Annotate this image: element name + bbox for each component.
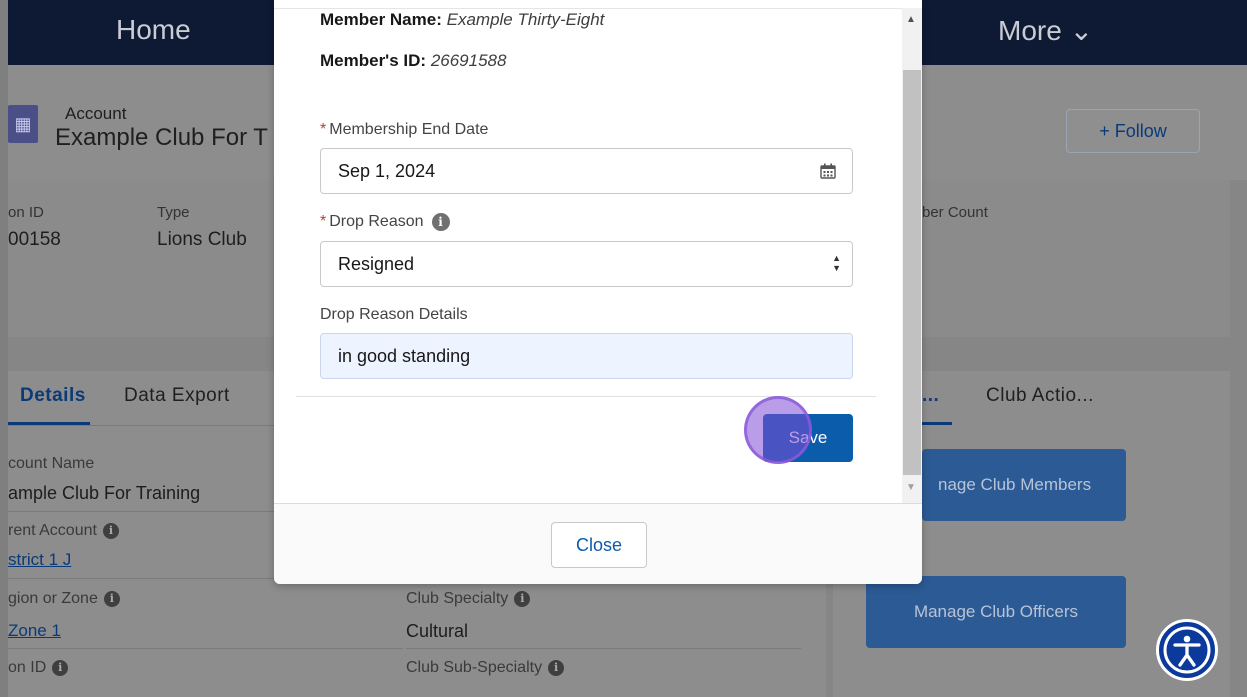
club-specialty-value: Cultural — [406, 621, 469, 641]
record-type-label: Account — [65, 104, 127, 123]
accessibility-icon — [1163, 626, 1211, 674]
parent-account-link[interactable]: strict 1 J — [8, 550, 71, 570]
required-marker: * — [320, 121, 327, 138]
account-name-value: ample Club For Training — [8, 483, 201, 503]
lion-id-label-text: on ID — [8, 659, 47, 676]
member-id-label: Member's ID: — [320, 51, 427, 70]
nav-more-menu[interactable]: More ⌄ — [998, 14, 1093, 47]
info-icon[interactable]: i — [431, 213, 450, 231]
modal-footer: Close — [274, 503, 922, 584]
end-date-label: * Membership End Date — [320, 121, 488, 139]
club-subspecialty-label-text: Club Sub-Specialty — [406, 659, 543, 676]
membership-modal: Member Name: Example Thirty-Eight Member… — [274, 0, 922, 584]
drop-reason-select[interactable]: Resigned ▲ ▼ — [320, 241, 853, 287]
region-zone-label: gion or Zone i — [8, 590, 120, 608]
account-icon: ▦ — [8, 105, 38, 143]
club-subspecialty-label: Club Sub-Specialty i — [406, 659, 565, 677]
highlight-label: ber Count — [922, 204, 988, 221]
click-highlight-ring — [744, 396, 812, 464]
club-specialty-label: Club Specialty i — [406, 590, 531, 608]
modal-top-border — [274, 8, 902, 9]
manage-club-members-button[interactable]: nage Club Members — [922, 449, 1126, 521]
follow-button[interactable]: + Follow — [1066, 109, 1200, 153]
info-icon[interactable]: i — [52, 659, 69, 676]
manage-club-officers-button[interactable]: Manage Club Officers — [866, 576, 1126, 648]
drop-reason-label: * Drop Reason i — [320, 213, 450, 231]
member-name-row: Member Name: Example Thirty-Eight — [320, 10, 604, 30]
account-name-label: count Name — [8, 455, 95, 472]
parent-account-label: rent Account i — [8, 522, 119, 540]
member-id-value: 26691588 — [430, 51, 507, 70]
drop-reason-details-label: Drop Reason Details — [320, 306, 468, 323]
field-divider — [8, 648, 403, 649]
parent-account-label-text: rent Account — [8, 522, 97, 539]
drop-reason-value: Resigned — [338, 254, 415, 274]
member-name-value: Example Thirty-Eight — [446, 10, 605, 29]
highlight-label: Type — [157, 204, 190, 221]
highlight-label: on ID — [8, 204, 44, 221]
drop-reason-label-text: Drop Reason — [329, 213, 424, 231]
lion-id-label: on ID i — [8, 659, 69, 677]
tab-details[interactable]: Details — [20, 385, 86, 407]
info-icon[interactable]: i — [548, 659, 565, 676]
member-id-row: Member's ID: 26691588 — [320, 51, 506, 71]
end-date-label-text: Membership End Date — [329, 121, 489, 138]
club-specialty-label-text: Club Specialty — [406, 590, 509, 607]
highlight-value: 00158 — [8, 229, 61, 250]
close-button[interactable]: Close — [551, 522, 647, 568]
highlight-value: Lions Club — [157, 229, 247, 250]
field-divider — [406, 648, 801, 649]
record-title: Example Club For T — [55, 124, 268, 151]
tab-more[interactable]: ... — [922, 385, 939, 407]
scroll-up-arrow-icon[interactable]: ▲ — [906, 14, 916, 25]
accessibility-button[interactable] — [1156, 619, 1218, 681]
region-zone-link[interactable]: Zone 1 — [8, 621, 61, 641]
scrollbar-thumb[interactable] — [903, 70, 921, 475]
select-arrows-icon: ▲ ▼ — [832, 253, 841, 273]
info-icon[interactable]: i — [103, 590, 120, 607]
tab-data-export[interactable]: Data Export — [124, 385, 230, 407]
end-date-value: Sep 1, 2024 — [338, 161, 436, 181]
nav-home[interactable]: Home — [116, 14, 191, 46]
membership-end-date-input[interactable]: Sep 1, 2024 — [320, 148, 853, 194]
modal-body: Member Name: Example Thirty-Eight Member… — [274, 0, 922, 503]
region-zone-label-text: gion or Zone — [8, 590, 98, 607]
drop-reason-details-input[interactable]: in good standing — [320, 333, 853, 379]
active-tab-indicator — [922, 422, 952, 425]
member-name-label: Member Name: — [320, 10, 442, 29]
calendar-icon[interactable] — [820, 163, 836, 179]
info-icon[interactable]: i — [514, 590, 531, 607]
required-marker: * — [320, 213, 327, 231]
tab-club-actions[interactable]: Club Actio... — [986, 385, 1094, 407]
info-icon[interactable]: i — [102, 522, 119, 539]
scroll-down-arrow-icon[interactable]: ▼ — [906, 482, 916, 493]
